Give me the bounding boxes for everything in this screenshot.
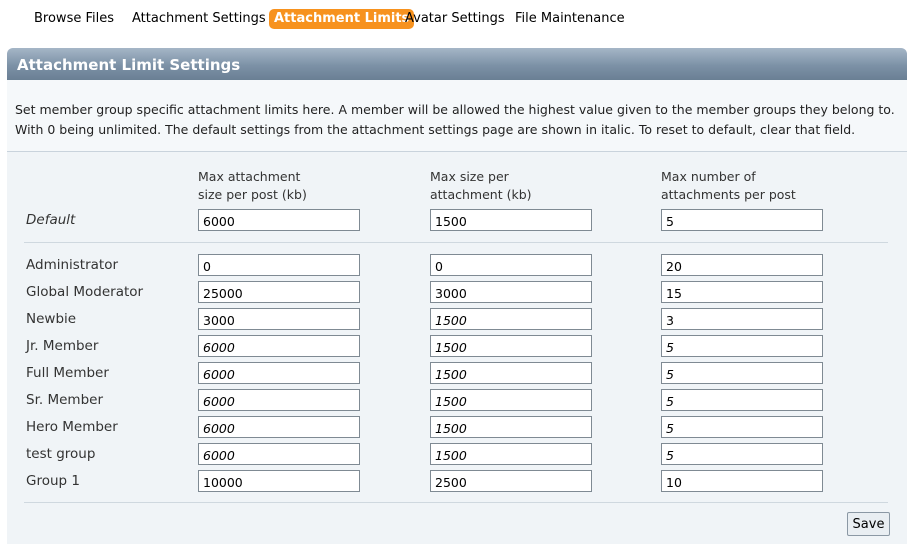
group-size-per-attachment-input[interactable] — [430, 416, 592, 438]
default-size-per-post-input[interactable] — [198, 209, 360, 231]
group-size-per-post-input[interactable] — [198, 335, 360, 357]
group-size-per-post-input[interactable] — [198, 308, 360, 330]
group-num-attachments-input[interactable] — [661, 443, 823, 465]
divider — [24, 502, 888, 503]
group-size-per-post-input[interactable] — [198, 281, 360, 303]
group-size-per-attachment-input[interactable] — [430, 470, 592, 492]
column-header-size-per-post: Max attachment size per post (kb) — [198, 169, 307, 202]
group-num-attachments-input[interactable] — [661, 254, 823, 276]
description: Set member group specific attachment lim… — [7, 80, 907, 152]
group-num-attachments-input[interactable] — [661, 281, 823, 303]
section-title: Attachment Limit Settings — [7, 48, 907, 80]
group-label: test group — [26, 446, 96, 462]
group-label: Global Moderator — [26, 284, 144, 300]
attachment-limits-panel: Attachment Limit Settings Set member gro… — [7, 48, 907, 544]
group-num-attachments-input[interactable] — [661, 308, 823, 330]
group-size-per-attachment-input[interactable] — [430, 281, 592, 303]
group-size-per-attachment-input[interactable] — [430, 308, 592, 330]
group-label: Full Member — [26, 365, 109, 381]
group-size-per-post-input[interactable] — [198, 443, 360, 465]
group-size-per-attachment-input[interactable] — [430, 254, 592, 276]
group-label: Newbie — [26, 311, 77, 327]
default-num-attachments-input[interactable] — [661, 209, 823, 231]
tab-attachment-settings[interactable]: Attachment Settings — [132, 9, 266, 29]
column-header-num-attachments: Max number of attachments per post — [661, 169, 796, 202]
column-header-size-per-attachment: Max size per attachment (kb) — [430, 169, 532, 202]
group-size-per-attachment-input[interactable] — [430, 335, 592, 357]
group-label: Group 1 — [26, 473, 80, 489]
group-size-per-post-input[interactable] — [198, 470, 360, 492]
tab-avatar-settings[interactable]: Avatar Settings — [405, 9, 505, 29]
group-size-per-attachment-input[interactable] — [430, 443, 592, 465]
group-num-attachments-input[interactable] — [661, 416, 823, 438]
group-size-per-post-input[interactable] — [198, 254, 360, 276]
description-line-1: Set member group specific attachment lim… — [15, 102, 895, 117]
group-size-per-post-input[interactable] — [198, 416, 360, 438]
group-num-attachments-input[interactable] — [661, 362, 823, 384]
group-size-per-attachment-input[interactable] — [430, 362, 592, 384]
tab-browse-files[interactable]: Browse Files — [34, 9, 114, 29]
group-num-attachments-input[interactable] — [661, 335, 823, 357]
group-size-per-post-input[interactable] — [198, 362, 360, 384]
divider — [24, 242, 888, 243]
default-size-per-attachment-input[interactable] — [430, 209, 592, 231]
group-label: Sr. Member — [26, 392, 103, 408]
tab-file-maintenance[interactable]: File Maintenance — [515, 9, 625, 29]
group-num-attachments-input[interactable] — [661, 470, 823, 492]
save-button[interactable]: Save — [847, 512, 890, 536]
group-label: Hero Member — [26, 419, 118, 435]
default-row-label: Default — [26, 212, 76, 228]
group-size-per-post-input[interactable] — [198, 389, 360, 411]
group-num-attachments-input[interactable] — [661, 389, 823, 411]
description-line-2: With 0 being unlimited. The default sett… — [15, 122, 856, 137]
group-size-per-attachment-input[interactable] — [430, 389, 592, 411]
group-label: Jr. Member — [26, 338, 99, 354]
group-label: Administrator — [26, 257, 119, 273]
tab-attachment-limits[interactable]: Attachment Limits — [269, 9, 415, 29]
